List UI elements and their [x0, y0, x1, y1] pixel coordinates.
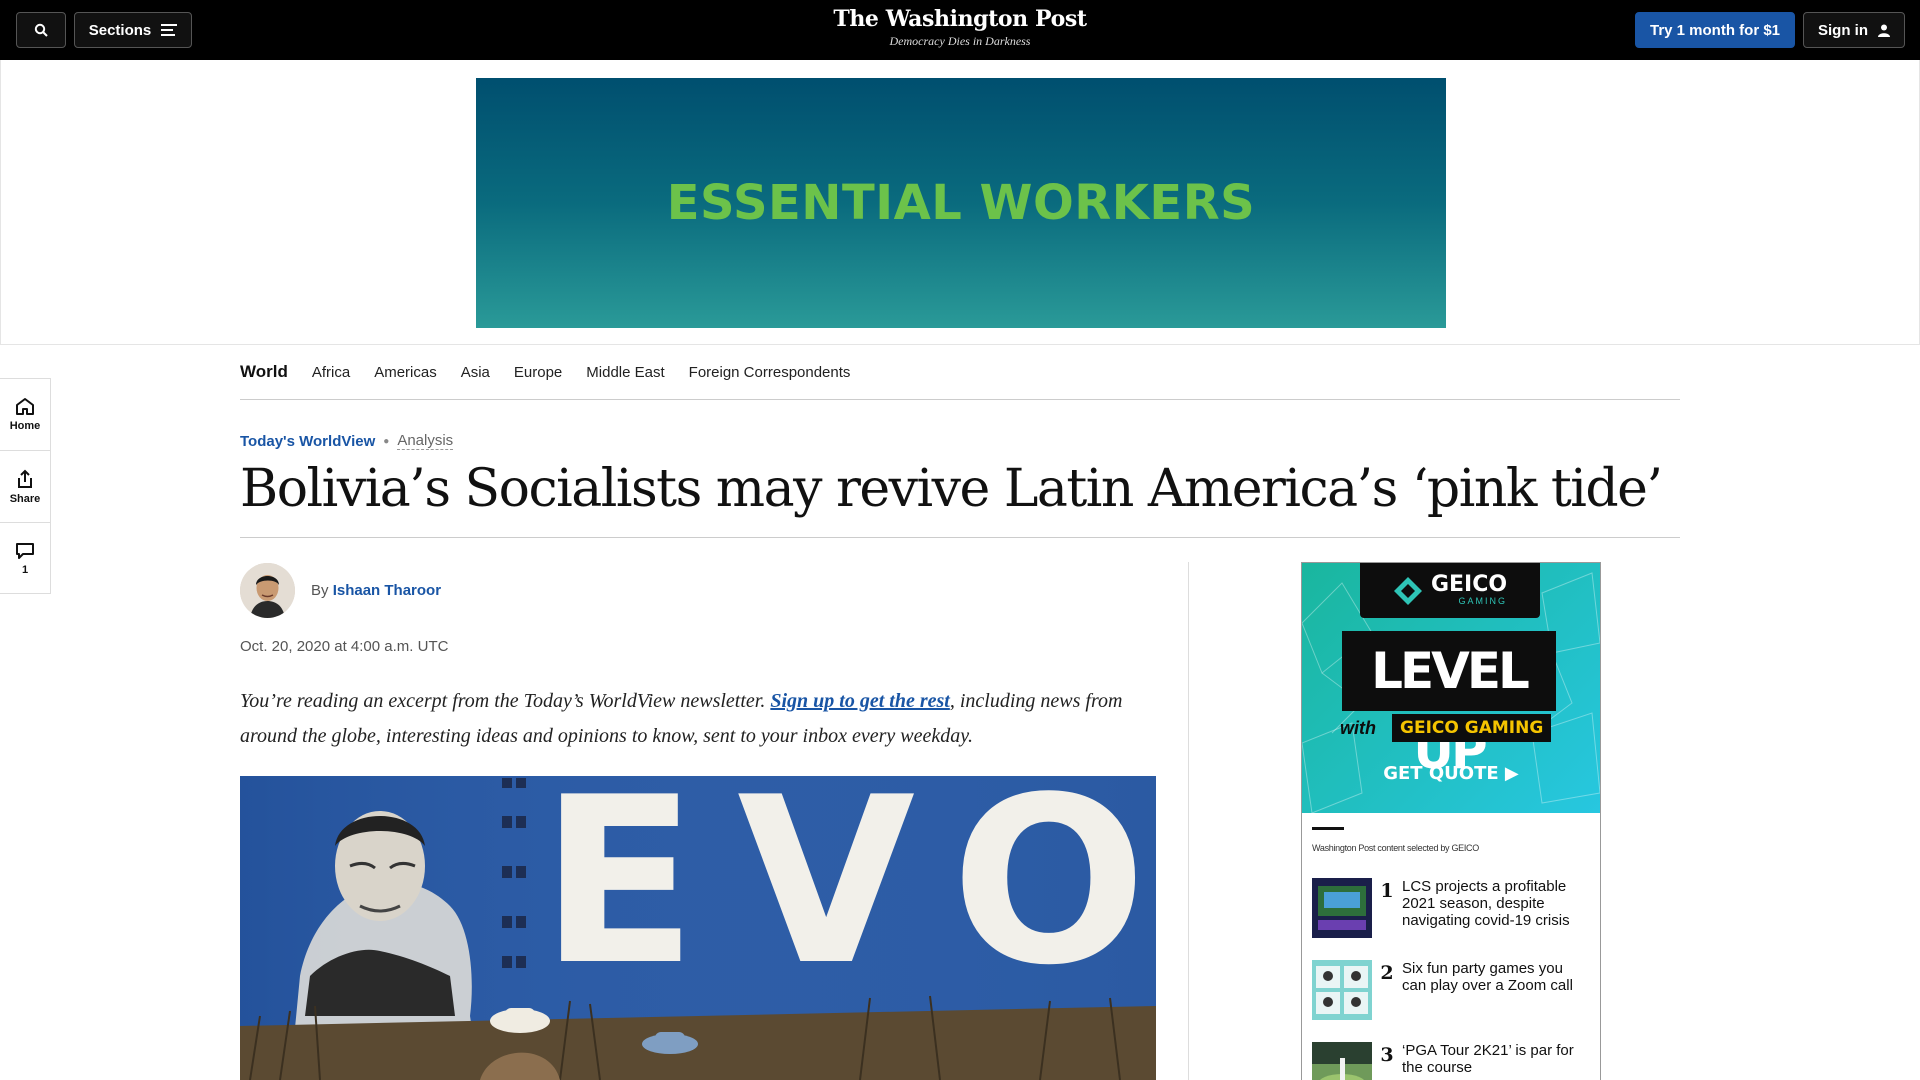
ad-with: with — [1340, 717, 1376, 738]
article-kicker: Today's WorldView ● Analysis — [240, 432, 454, 450]
rail-home-label: Home — [9, 420, 41, 432]
series-link[interactable]: Today's WorldView — [240, 433, 375, 450]
top-ad-banner[interactable]: ESSENTIAL WORKERS — [476, 78, 1446, 328]
promo-thumbnail — [1312, 878, 1372, 938]
section-nav-americas[interactable]: Americas — [374, 364, 437, 381]
byline-prefix: By — [311, 582, 329, 599]
headline-divider — [240, 537, 1680, 538]
kicker-separator: ● — [383, 435, 390, 447]
ad-with-bar: with GEICO GAMING — [1340, 713, 1562, 743]
tagline: Democracy Dies in Darkness — [889, 34, 1031, 48]
selected-by-rule — [1312, 827, 1344, 830]
section-nav-foreign-correspondents[interactable]: Foreign Correspondents — [689, 364, 851, 381]
trial-button[interactable]: Try 1 month for $1 — [1635, 12, 1795, 48]
newsletter-signup-link[interactable]: Sign up to get the rest — [770, 690, 949, 712]
section-nav-middle-east[interactable]: Middle East — [586, 364, 664, 381]
masthead[interactable]: The Washington Post Democracy Dies in Da… — [760, 4, 1160, 48]
promo-thumbnail — [1312, 960, 1372, 1020]
promo-title: ‘PGA Tour 2K21’ is par for the course — [1402, 1042, 1574, 1076]
sections-label: Sections — [88, 21, 152, 39]
geico-ad[interactable]: GEICO GAMING LEVEL UP with GEICO GAMING … — [1302, 563, 1600, 813]
menu-icon — [161, 24, 178, 36]
promo-title: LCS projects a profitable 2021 season, d… — [1402, 878, 1570, 929]
section-nav-current[interactable]: World — [240, 362, 288, 382]
top-ad-zone: ESSENTIAL WORKERS — [0, 60, 1920, 345]
rail-share[interactable]: Share — [0, 451, 50, 523]
section-nav-africa[interactable]: Africa — [312, 364, 350, 381]
article-headline: Bolivia’s Socialists may revive Latin Am… — [240, 459, 1663, 519]
newsletter-intro: You’re reading an excerpt from the Today… — [240, 684, 1160, 754]
lead-photo[interactable]: EVO — [240, 776, 1156, 1080]
ad-with-brand: GEICO GAMING — [1392, 714, 1552, 742]
avatar-portrait — [240, 563, 295, 618]
promo-item[interactable]: 2 Six fun party games you can play over … — [1312, 960, 1592, 1022]
section-nav-europe[interactable]: Europe — [514, 364, 562, 381]
promo-thumbnail — [1312, 1042, 1372, 1080]
section-nav: World Africa Americas Asia Europe Middle… — [240, 345, 1680, 400]
comment-icon — [16, 543, 34, 559]
publish-date: Oct. 20, 2020 at 4:00 a.m. UTC — [240, 638, 449, 655]
signin-button[interactable]: Sign in — [1803, 12, 1905, 48]
geico-logo: GEICO GAMING — [1360, 563, 1540, 618]
geico-gamepad-icon — [1393, 576, 1422, 605]
geico-brand-sub: GAMING — [1458, 596, 1508, 606]
search-button[interactable] — [16, 12, 66, 48]
author-link[interactable]: Ishaan Tharoor — [333, 582, 441, 599]
get-quote-button[interactable]: GET QUOTE ▶ — [1302, 763, 1600, 784]
rail-share-label: Share — [9, 492, 41, 505]
analysis-label[interactable]: Analysis — [397, 432, 454, 450]
search-icon — [34, 23, 48, 37]
signin-label: Sign in — [1818, 21, 1868, 39]
promo-item[interactable]: 3 ‘PGA Tour 2K21’ is par for the course — [1312, 1042, 1592, 1080]
promo-title: Six fun party games you can play over a … — [1402, 960, 1573, 994]
geico-brand: GEICO — [1430, 572, 1508, 597]
author-avatar[interactable] — [240, 563, 295, 618]
rail-comments[interactable]: 1 — [0, 523, 50, 595]
ad-headline: LEVEL UP — [1342, 631, 1556, 780]
banner-text: ESSENTIAL WORKERS — [666, 175, 1256, 231]
sections-button[interactable]: Sections — [74, 12, 192, 48]
mural-text: EVO — [540, 776, 1156, 1016]
byline: By Ishaan Tharoor — [311, 582, 441, 599]
rail-home[interactable]: Home — [0, 379, 50, 451]
selected-by-text: Washington Post content selected by GEIC… — [1312, 843, 1479, 853]
promo-item[interactable]: 1 LCS projects a profitable 2021 season,… — [1312, 878, 1592, 940]
top-bar: Sections The Washington Post Democracy D… — [0, 0, 1920, 60]
section-nav-asia[interactable]: Asia — [461, 364, 490, 381]
promo-number: 1 — [1380, 880, 1394, 902]
left-rail: Home Share 1 — [0, 378, 51, 594]
site-logo[interactable]: The Washington Post — [760, 4, 1160, 34]
share-icon — [18, 469, 32, 488]
comment-count: 1 — [21, 564, 29, 576]
promo-number: 3 — [1380, 1044, 1394, 1066]
home-icon — [16, 398, 34, 415]
user-icon — [1878, 24, 1890, 37]
column-divider — [1188, 562, 1189, 1080]
intro-text-before: You’re reading an excerpt from the Today… — [240, 690, 771, 712]
photo-mural-art: EVO — [240, 776, 1156, 1080]
promo-number: 2 — [1380, 962, 1394, 984]
right-ad: GEICO GAMING LEVEL UP with GEICO GAMING … — [1301, 562, 1601, 1080]
